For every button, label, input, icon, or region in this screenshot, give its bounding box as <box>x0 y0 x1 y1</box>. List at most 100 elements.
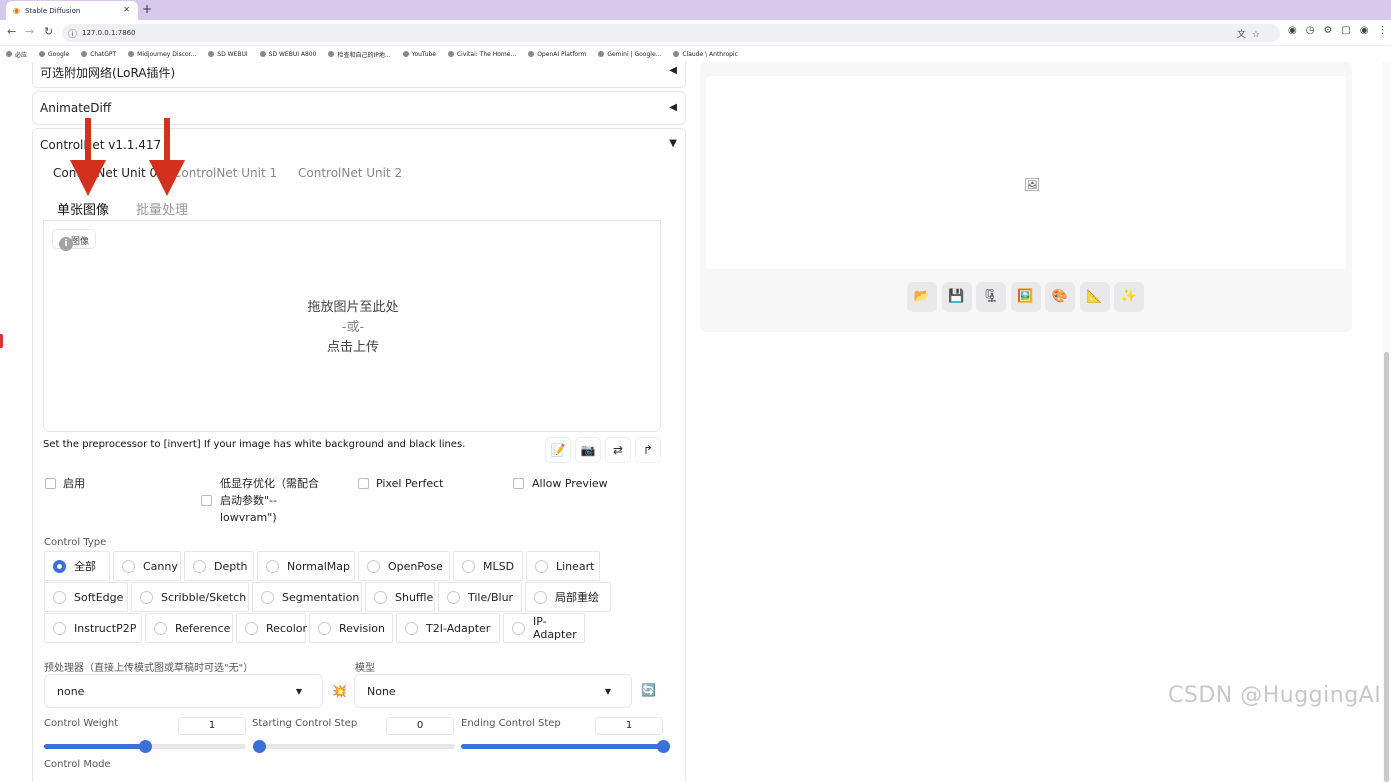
output-gallery: 🖼 <box>706 76 1346 269</box>
control-type-radio[interactable]: InstructP2P <box>44 613 142 643</box>
forward-icon[interactable]: → <box>25 25 34 38</box>
slider-thumb[interactable] <box>253 740 266 753</box>
control-type-radio[interactable]: T2I-Adapter <box>396 613 500 643</box>
control-type-radio[interactable]: Canny <box>113 551 181 581</box>
control-type-label: InstructP2P <box>74 621 137 635</box>
swap-icon[interactable]: ⇄ <box>605 437 631 463</box>
bookmark-icon <box>447 51 454 57</box>
bookmark-item[interactable]: Civitai: The Home... <box>447 51 516 58</box>
open-folder-icon[interactable]: 📂 <box>907 282 937 312</box>
control-type-radio[interactable]: NormalMap <box>257 551 355 581</box>
bookmark-item[interactable]: 检查和自己的IP地... <box>328 50 391 59</box>
lowvram-checkbox[interactable] <box>201 495 212 506</box>
tab-controlnet-unit-2[interactable]: ControlNet Unit 2 <box>298 166 402 180</box>
control-type-radio[interactable]: Recolor <box>236 613 307 643</box>
animatediff-accordion[interactable]: AnimateDiff ◀ <box>32 91 686 125</box>
sparkle-icon[interactable]: ✨ <box>1114 282 1144 312</box>
bookmark-item[interactable]: Google <box>39 51 69 58</box>
bookmark-label: SD WEBUI A800 <box>268 50 317 58</box>
bookmark-item[interactable]: 必应 <box>6 50 27 59</box>
control-type-radio[interactable]: Segmentation <box>252 582 362 612</box>
bookmark-item[interactable]: ChatGPT <box>81 51 116 58</box>
control-type-radio[interactable]: SoftEdge <box>44 582 128 612</box>
preprocessor-dropdown[interactable]: none ▼ <box>44 674 323 708</box>
control-type-label: Reference <box>175 621 231 635</box>
control-type-radio[interactable]: IP-Adapter <box>503 613 585 643</box>
url-field[interactable]: ⓘ 127.0.0.1:7860 文☆ <box>62 24 1280 42</box>
bookmark-star-icon[interactable]: 文☆ <box>1237 27 1266 40</box>
send-to-inpaint-icon[interactable]: 🎨 <box>1045 282 1075 312</box>
bookmark-item[interactable]: SD WEBUI A800 <box>259 50 317 58</box>
ending-step-slider[interactable] <box>461 740 670 753</box>
back-icon[interactable]: ← <box>7 25 16 38</box>
radio-circle-icon <box>534 590 547 604</box>
run-preprocessor-icon[interactable]: 💥 <box>332 684 347 698</box>
bookmark-label: 必应 <box>15 51 28 59</box>
collapse-arrow-icon[interactable]: ◀ <box>669 102 677 113</box>
control-type-label: Scribble/Sketch <box>161 590 247 604</box>
scrollbar-thumb[interactable] <box>1384 352 1389 782</box>
control-type-label: Shuffle <box>395 590 434 604</box>
slider-thumb[interactable] <box>139 740 152 753</box>
control-type-radio[interactable]: Revision <box>309 613 393 643</box>
bookmark-item[interactable]: Claude \ Anthropic <box>673 51 738 58</box>
model-dropdown[interactable]: None ▼ <box>354 674 632 708</box>
control-weight-slider[interactable] <box>44 740 246 753</box>
control-type-radio[interactable]: Shuffle <box>365 582 435 612</box>
zip-icon[interactable]: 🗜 <box>976 282 1006 312</box>
radio-circle-icon <box>154 621 167 635</box>
collapse-arrow-icon[interactable]: ◀ <box>669 65 677 76</box>
browser-tab[interactable]: ◉ Stable Diffusion ✕ <box>6 1 138 20</box>
tab-batch[interactable]: 批量处理 <box>136 199 188 218</box>
starting-step-input[interactable]: 0 <box>386 717 454 735</box>
bookmarks-bar: 必应 Google ChatGPT Midjourney Discor... SD WE… <box>0 46 1391 62</box>
control-type-radio[interactable]: Depth <box>184 551 254 581</box>
control-type-radio[interactable]: MLSD <box>453 551 523 581</box>
control-type-radio[interactable]: OpenPose <box>358 551 450 581</box>
pixel-perfect-checkbox[interactable] <box>358 478 369 489</box>
control-type-radio[interactable]: Lineart <box>526 551 600 581</box>
control-weight-input[interactable]: 1 <box>178 717 246 735</box>
send-to-extras-icon[interactable]: 📐 <box>1079 282 1110 312</box>
starting-step-slider[interactable] <box>253 740 455 753</box>
enable-checkbox[interactable] <box>45 478 56 489</box>
bookmark-item[interactable]: Gemini | Google... <box>598 51 661 58</box>
site-info-icon[interactable]: ⓘ <box>68 27 77 40</box>
control-type-label: T2I-Adapter <box>426 621 491 635</box>
drop-text: 拖放图片至此处 <box>307 300 399 315</box>
click-upload-text[interactable]: 点击上传 <box>44 338 662 358</box>
extension-icons[interactable]: ◉◷⚙▢◉⋮ <box>1288 25 1391 36</box>
save-icon[interactable]: 💾 <box>941 282 972 312</box>
info-icon[interactable]: i <box>59 237 73 251</box>
control-type-radio[interactable]: 局部重绘 <box>525 582 611 612</box>
radio-circle-icon <box>374 590 387 604</box>
edit-icon[interactable]: 📝 <box>545 437 571 463</box>
reload-icon[interactable]: ↻ <box>44 25 53 38</box>
send-to-img2img-icon[interactable]: 🖼️ <box>1010 282 1041 312</box>
scrollbar[interactable] <box>1382 62 1391 782</box>
ending-step-input[interactable]: 1 <box>595 717 663 735</box>
camera-icon[interactable]: 📷 <box>575 437 601 463</box>
send-dimensions-icon[interactable]: ↱ <box>635 437 661 463</box>
allow-preview-checkbox[interactable] <box>513 478 524 489</box>
control-type-radio[interactable]: Tile/Blur <box>438 582 522 612</box>
tab-single-image[interactable]: 单张图像 <box>57 199 109 218</box>
bookmark-item[interactable]: SD WEBUI <box>208 51 248 58</box>
control-weight-label: Control Weight <box>44 718 119 729</box>
control-type-radio[interactable]: Reference <box>145 613 233 643</box>
image-placeholder-icon: 🖼 <box>1024 178 1041 193</box>
refresh-models-icon[interactable]: 🔄 <box>641 683 656 697</box>
radio-circle-icon <box>367 559 380 573</box>
bookmark-item[interactable]: Midjourney Discor... <box>128 51 196 58</box>
expand-arrow-icon[interactable]: ▼ <box>669 138 677 149</box>
new-tab-button[interactable]: + <box>142 2 152 16</box>
lora-accordion[interactable]: 可选附加网络(LoRA插件) ◀ <box>32 62 686 88</box>
control-type-radio[interactable]: 全部 <box>44 551 110 581</box>
image-upload-dropzone[interactable]: 图像 i 拖放图片至此处 -或- 点击上传 <box>43 220 661 432</box>
tab-controlnet-unit-1[interactable]: ControlNet Unit 1 <box>173 166 277 180</box>
bookmark-item[interactable]: OpenAI Platform <box>528 51 586 58</box>
control-type-radio[interactable]: Scribble/Sketch <box>131 582 249 612</box>
slider-thumb[interactable] <box>657 740 670 753</box>
bookmark-item[interactable]: YouTube <box>402 51 436 58</box>
close-tab-icon[interactable]: ✕ <box>123 5 130 14</box>
